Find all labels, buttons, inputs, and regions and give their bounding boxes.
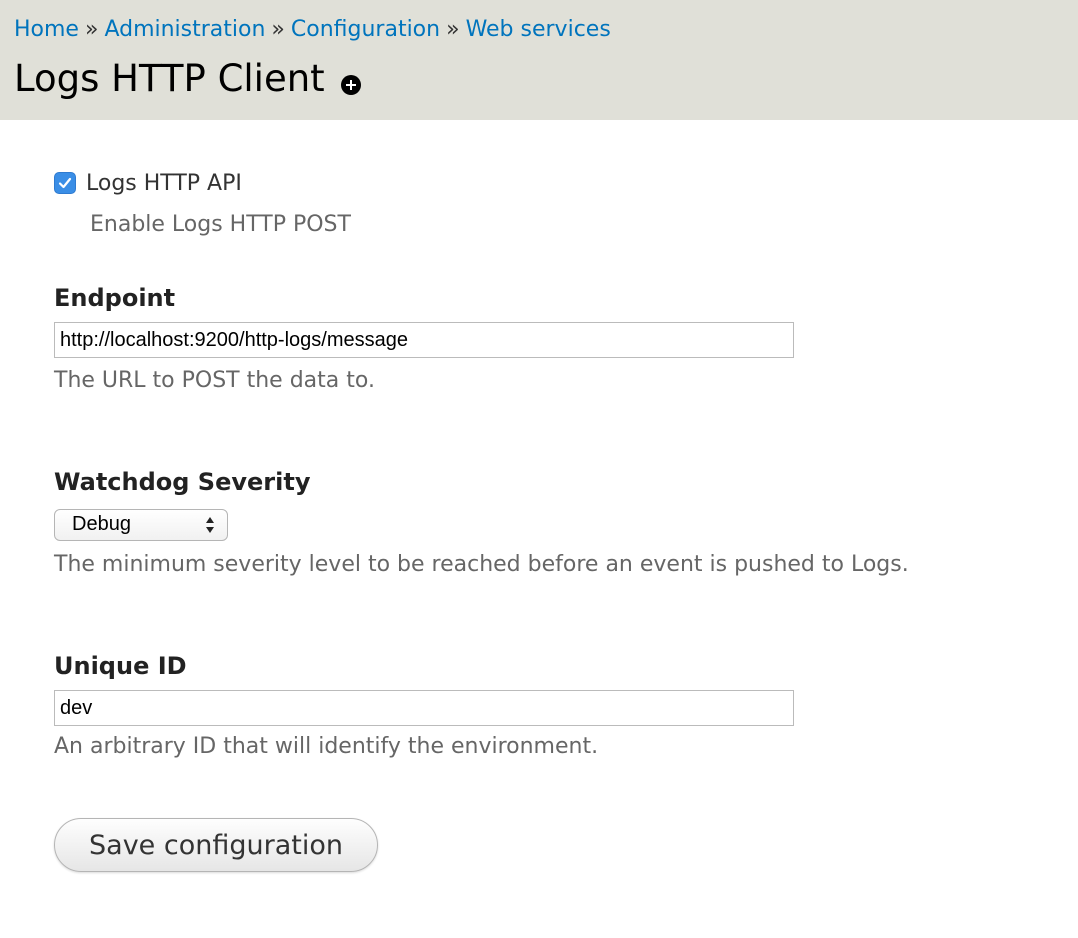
unique-id-description: An arbitrary ID that will identify the e… xyxy=(54,734,599,759)
enable-logs-label[interactable]: Logs HTTP API xyxy=(86,171,242,196)
severity-select[interactable]: Debug xyxy=(54,509,228,541)
page-header: Home» Administration» Configuration» Web se… xyxy=(0,0,1078,120)
breadcrumb: Home» Administration» Configuration» Web se… xyxy=(14,16,611,44)
endpoint-input[interactable] xyxy=(54,322,794,358)
page-title: Logs HTTP Client xyxy=(14,57,325,100)
breadcrumb-home[interactable]: Home xyxy=(14,17,79,42)
breadcrumb-web-services[interactable]: Web services xyxy=(466,17,611,42)
save-configuration-button[interactable]: Save configuration xyxy=(54,818,378,872)
checkmark-icon xyxy=(58,177,72,189)
select-arrows-icon xyxy=(206,517,214,533)
unique-id-input[interactable] xyxy=(54,690,794,726)
breadcrumb-separator: » xyxy=(271,17,285,42)
severity-label: Watchdog Severity xyxy=(54,468,311,496)
enable-logs-checkbox[interactable] xyxy=(54,172,76,194)
breadcrumb-separator: » xyxy=(84,17,99,42)
breadcrumb-separator: » xyxy=(446,17,460,42)
breadcrumb-administration[interactable]: Administration xyxy=(104,17,265,42)
plus-circle-icon[interactable] xyxy=(341,75,361,95)
enable-logs-description: Enable Logs HTTP POST xyxy=(90,212,351,237)
severity-description: The minimum severity level to be reached… xyxy=(54,552,909,577)
endpoint-description: The URL to POST the data to. xyxy=(54,368,375,393)
breadcrumb-configuration[interactable]: Configuration xyxy=(291,17,440,42)
endpoint-label: Endpoint xyxy=(54,284,176,312)
severity-selected-value: Debug xyxy=(72,513,131,535)
enable-logs-checkbox-row[interactable]: Logs HTTP API xyxy=(54,170,242,196)
unique-id-label: Unique ID xyxy=(54,652,187,680)
